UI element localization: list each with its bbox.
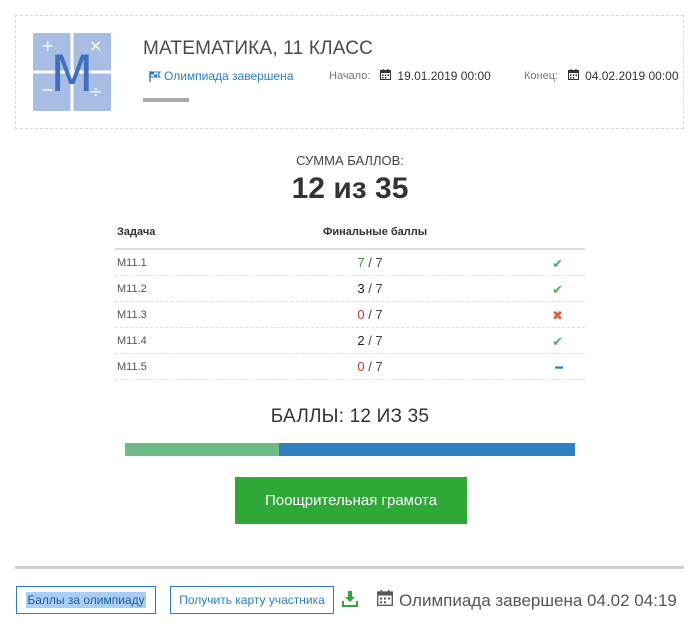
results-table-header: Задача Финальные баллы	[115, 222, 585, 250]
footer-divider	[15, 566, 684, 569]
sum-label: СУММА БАЛЛОВ:	[296, 153, 404, 168]
calendar-icon	[380, 69, 392, 83]
end-value: 04.02.2019 00:00	[585, 69, 679, 83]
task-score: 7 / 7	[357, 255, 383, 270]
participant-card-button[interactable]: Получить карту участника	[170, 586, 334, 614]
start-value: 19.01.2019 00:00	[397, 69, 491, 83]
points-label: БАЛЛЫ: 12 ИЗ 35	[270, 406, 430, 427]
olympiad-scores-button[interactable]: Баллы за олимпиаду	[16, 586, 156, 614]
end-label: Конец:	[524, 70, 559, 82]
task-name: М11.4	[117, 335, 147, 347]
task-score: 0 / 7	[357, 359, 383, 374]
olympiad-status-link[interactable]: Олимпиада завершена	[149, 69, 293, 83]
task-name: М11.2	[117, 283, 147, 295]
check-icon: ✔	[552, 282, 563, 297]
final-status: Олимпиада завершена 04.02 04:19	[377, 590, 677, 611]
table-row: М11.5 0 / 7 ━	[115, 354, 585, 380]
task-name: М11.1	[117, 257, 147, 269]
start-date: Начало: 19.01.2019 00:00	[329, 69, 491, 83]
sum-value: 12 из 35	[291, 172, 409, 205]
task-score: 2 / 7	[357, 333, 383, 348]
task-name: М11.3	[117, 309, 147, 321]
olympiad-status-text: Олимпиада завершена	[164, 69, 294, 83]
flag-icon	[149, 70, 162, 82]
table-row: М11.4 2 / 7 ✔	[115, 328, 585, 354]
olympiad-scores-label: Баллы за олимпиаду	[26, 592, 146, 608]
olympiad-header-card: + × − ÷ M МАТЕМАТИКА, 11 КЛАСС Олимпиада…	[15, 15, 684, 129]
award-certificate-button[interactable]: Поощрительная грамота	[235, 477, 467, 524]
end-date: Конец: 04.02.2019 00:00	[524, 69, 679, 83]
table-row: М11.3 0 / 7 ✖	[115, 302, 585, 328]
start-label: Начало:	[329, 70, 371, 82]
task-score: 0 / 7	[357, 307, 383, 322]
final-status-text: Олимпиада завершена 04.02 04:19	[399, 590, 677, 610]
calendar-icon	[377, 590, 393, 611]
minus-icon: ━	[555, 360, 563, 375]
subject-logo: + × − ÷ M	[33, 33, 111, 111]
score-progress-bar	[125, 443, 575, 456]
column-task: Задача	[117, 226, 156, 238]
page-title: МАТЕМАТИКА, 11 КЛАСС	[143, 38, 374, 59]
check-icon: ✔	[552, 334, 563, 349]
download-icon[interactable]	[341, 590, 359, 608]
title-underline	[143, 98, 189, 102]
cross-icon: ✖	[552, 308, 563, 323]
check-icon: ✔	[552, 256, 563, 271]
results-table: Задача Финальные баллы М11.1 7 / 7 ✔ М11…	[115, 222, 585, 380]
score-progress-fill	[125, 443, 280, 456]
table-row: М11.1 7 / 7 ✔	[115, 250, 585, 276]
task-name: М11.5	[117, 361, 147, 373]
task-score: 3 / 7	[357, 281, 383, 296]
column-final-score: Финальные баллы	[323, 226, 428, 238]
table-row: М11.2 3 / 7 ✔	[115, 276, 585, 302]
calendar-icon	[568, 69, 580, 83]
logo-letter: M	[50, 45, 93, 103]
